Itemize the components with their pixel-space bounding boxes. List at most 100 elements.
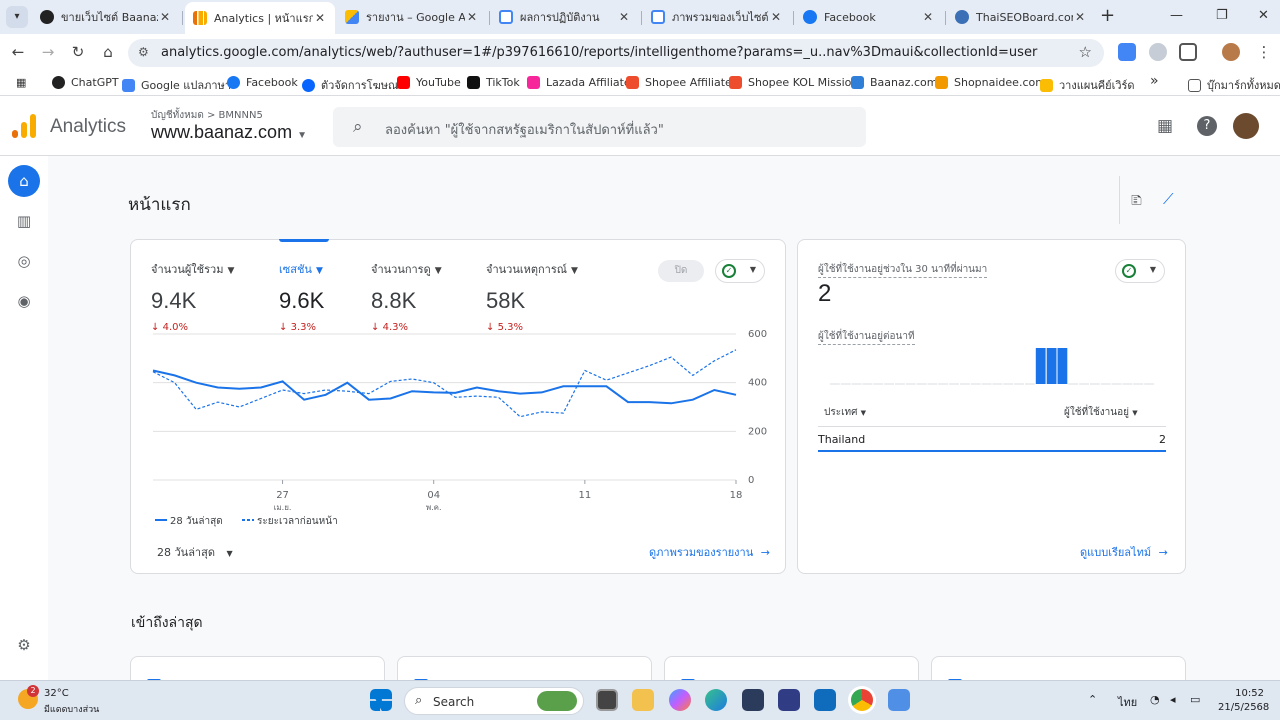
edge-browser-icon[interactable] xyxy=(705,689,727,711)
copilot-icon[interactable] xyxy=(669,689,691,711)
browser-tab[interactable]: รายงาน – Google AdSense ✕ xyxy=(337,4,487,30)
bookmark-facebook[interactable]: Facebook xyxy=(227,76,298,89)
file-explorer-icon[interactable] xyxy=(632,689,654,711)
data-quality-chip[interactable]: ✓ ▼ xyxy=(715,259,765,283)
account-breadcrumb[interactable]: บัญชีทั้งหมด > BMNNN5 xyxy=(151,108,263,123)
translate-extension-icon[interactable] xyxy=(1118,43,1136,61)
close-window-icon[interactable]: ✕ xyxy=(1258,8,1269,23)
chrome-browser-icon[interactable] xyxy=(851,689,873,711)
bookmark-lazada[interactable]: Lazada Affiliate xyxy=(527,76,631,89)
property-selector[interactable]: www.baanaz.com ▼ xyxy=(151,122,307,143)
search-input[interactable]: ⌕ ลองค้นหา "ผู้ใช้จากสหรัฐอเมริกาในสัปดา… xyxy=(333,107,866,147)
admin-gear-icon[interactable]: ⚙ xyxy=(8,629,40,661)
explore-nav-icon[interactable]: ◎ xyxy=(8,245,40,277)
tab-close-icon[interactable]: ✕ xyxy=(617,10,631,24)
extension-icon[interactable] xyxy=(1149,43,1167,61)
analytics-logo-icon[interactable] xyxy=(12,114,36,138)
bookmark-chatgpt[interactable]: ChatGPT xyxy=(52,76,119,89)
metric-sessions[interactable]: เซสชัน ▼ 9.6K ↓ 3.3% xyxy=(279,260,324,333)
browser-menu-icon[interactable]: ⋮ xyxy=(1254,43,1274,61)
tab-close-icon[interactable]: ✕ xyxy=(769,10,783,24)
bookmark-tiktok[interactable]: TikTok xyxy=(467,76,520,89)
bookmark-baanaz[interactable]: Baanaz.com xyxy=(851,76,938,89)
url-text[interactable]: analytics.google.com/analytics/web/?auth… xyxy=(161,45,1037,60)
app-icon[interactable] xyxy=(778,689,800,711)
bookmark-keyword-planner[interactable]: วางแผนคีย์เวิร์ด xyxy=(1040,76,1135,94)
tab-close-icon[interactable]: ✕ xyxy=(313,11,327,25)
system-clock[interactable]: 10:52 21/5/2568 xyxy=(1218,687,1269,715)
help-icon[interactable]: ? xyxy=(1197,116,1217,136)
bookmark-google-translate[interactable]: Google แปลภาษา xyxy=(122,76,231,94)
tab-search-icon[interactable]: ▾ xyxy=(6,6,28,28)
minimize-icon[interactable]: — xyxy=(1170,8,1183,23)
new-tab-button[interactable]: + xyxy=(1100,7,1115,25)
bookmark-youtube[interactable]: YouTube xyxy=(397,76,461,89)
x-tick-month-label: เม.ย. xyxy=(274,503,292,512)
all-bookmarks-button[interactable]: บุ๊กมาร์กทั้งหมด xyxy=(1188,76,1280,94)
apps-grid-icon[interactable]: ▦ xyxy=(1157,116,1173,136)
start-windows-icon[interactable] xyxy=(370,689,392,711)
tab-close-icon[interactable]: ✕ xyxy=(158,10,172,24)
tab-close-icon[interactable]: ✕ xyxy=(465,10,479,24)
metric-total-users[interactable]: จำนวนผู้ใช้รวม ▼ 9.4K ↓ 4.0% xyxy=(151,260,234,333)
battery-icon[interactable]: ▭ xyxy=(1190,693,1200,706)
task-view-icon[interactable] xyxy=(596,689,618,711)
account-avatar[interactable] xyxy=(1233,113,1259,139)
bookmark-ads-manager[interactable]: ตัวจัดการโฆษณา xyxy=(302,76,404,94)
realtime-title[interactable]: ผู้ใช้ที่ใช้งานอยู่ช่วงใน 30 นาทีที่ผ่าน… xyxy=(818,262,988,278)
tab-close-icon[interactable]: ✕ xyxy=(1073,10,1087,24)
date-range-selector[interactable]: 28 วันล่าสุด ▼ xyxy=(157,543,233,561)
insights-off-chip[interactable]: ปิด xyxy=(658,260,704,282)
store-icon[interactable] xyxy=(742,689,764,711)
notes-icon[interactable]: 🗈 xyxy=(1131,190,1142,215)
active-users-column-header[interactable]: ผู้ใช้ที่ใช้งานอยู่ ▼ xyxy=(1064,405,1138,420)
taskbar-search-box[interactable]: ⌕ Search xyxy=(404,687,584,715)
address-bar[interactable]: ⚙ analytics.google.com/analytics/web/?au… xyxy=(128,39,1104,67)
browser-tab[interactable]: Facebook ✕ xyxy=(795,4,943,30)
outlook-icon[interactable] xyxy=(814,689,836,711)
back-icon[interactable]: ← xyxy=(8,43,28,61)
wifi-icon[interactable]: ◔ xyxy=(1150,693,1160,706)
restore-icon[interactable]: ❐ xyxy=(1216,8,1228,23)
notepad-icon[interactable] xyxy=(888,689,910,711)
weather-temperature[interactable]: 32°C xyxy=(44,688,69,699)
show-hidden-icons-icon[interactable]: ⌃ xyxy=(1088,693,1097,706)
metric-event-count[interactable]: จำนวนเหตุการณ์ ▼ 58K ↓ 5.3% xyxy=(486,260,578,333)
reports-nav-icon[interactable]: ▥ xyxy=(8,205,40,237)
tab-title: Analytics | หน้าแรก xyxy=(214,12,313,25)
bookmark-shopee-kol[interactable]: Shopee KOL Mission xyxy=(729,76,858,89)
browser-tab-active[interactable]: Analytics | หน้าแรก ✕ xyxy=(185,2,335,34)
data-quality-chip[interactable]: ✓ ▼ xyxy=(1115,259,1165,283)
analytics-favicon-icon xyxy=(193,11,207,25)
bookmarks-overflow-button[interactable]: » xyxy=(1150,73,1159,89)
home-nav-icon[interactable]: ⌂ xyxy=(8,165,40,197)
browser-tab[interactable]: ขายเว็บไซต์ Baanaz.com ✕ xyxy=(32,4,180,30)
volume-icon[interactable]: ◂ xyxy=(1170,693,1176,706)
insights-icon[interactable]: ⟋ xyxy=(1163,190,1174,208)
bookmark-star-icon[interactable]: ☆ xyxy=(1079,43,1092,61)
browser-tab[interactable]: ภาพรวมของเว็บไซต์ ✕ xyxy=(643,4,791,30)
product-name[interactable]: Analytics xyxy=(50,116,126,138)
advertising-nav-icon[interactable]: ◉ xyxy=(8,285,40,317)
weather-condition[interactable]: มีแดดบางส่วน xyxy=(44,702,99,716)
input-language[interactable]: ไทย xyxy=(1118,693,1137,711)
view-realtime-link[interactable]: ดูแบบเรียลไทม์ → xyxy=(1080,543,1168,561)
bookmark-shopee-affiliate[interactable]: Shopee Affiliate xyxy=(626,76,732,89)
profile-avatar[interactable] xyxy=(1222,43,1240,61)
tab-close-icon[interactable]: ✕ xyxy=(921,10,935,24)
bookmark-shopnaidee[interactable]: Shopnaidee.com xyxy=(935,76,1046,89)
apps-grid-icon[interactable]: ▦ xyxy=(16,76,26,89)
table-row[interactable]: Thailand 2 xyxy=(818,426,1166,452)
metric-views[interactable]: จำนวนการดู ▼ 8.8K ↓ 4.3% xyxy=(371,260,442,333)
country-column-header[interactable]: ประเทศ ▼ xyxy=(824,405,866,420)
home-icon[interactable]: ⌂ xyxy=(98,43,118,61)
tiktok-icon xyxy=(467,76,480,89)
browser-tab[interactable]: ThaiSEOBoard.com – ✕ xyxy=(947,4,1095,30)
site-info-icon[interactable]: ⚙ xyxy=(138,45,149,59)
bookmark-label: ChatGPT xyxy=(71,76,119,89)
reload-icon[interactable]: ↻ xyxy=(68,43,88,61)
forward-icon[interactable]: → xyxy=(38,43,58,61)
browser-tab[interactable]: ผลการปฏิบัติงาน ✕ xyxy=(491,4,639,30)
view-report-overview-link[interactable]: ดูภาพรวมของรายงาน → xyxy=(649,543,770,561)
extensions-puzzle-icon[interactable] xyxy=(1179,43,1197,61)
